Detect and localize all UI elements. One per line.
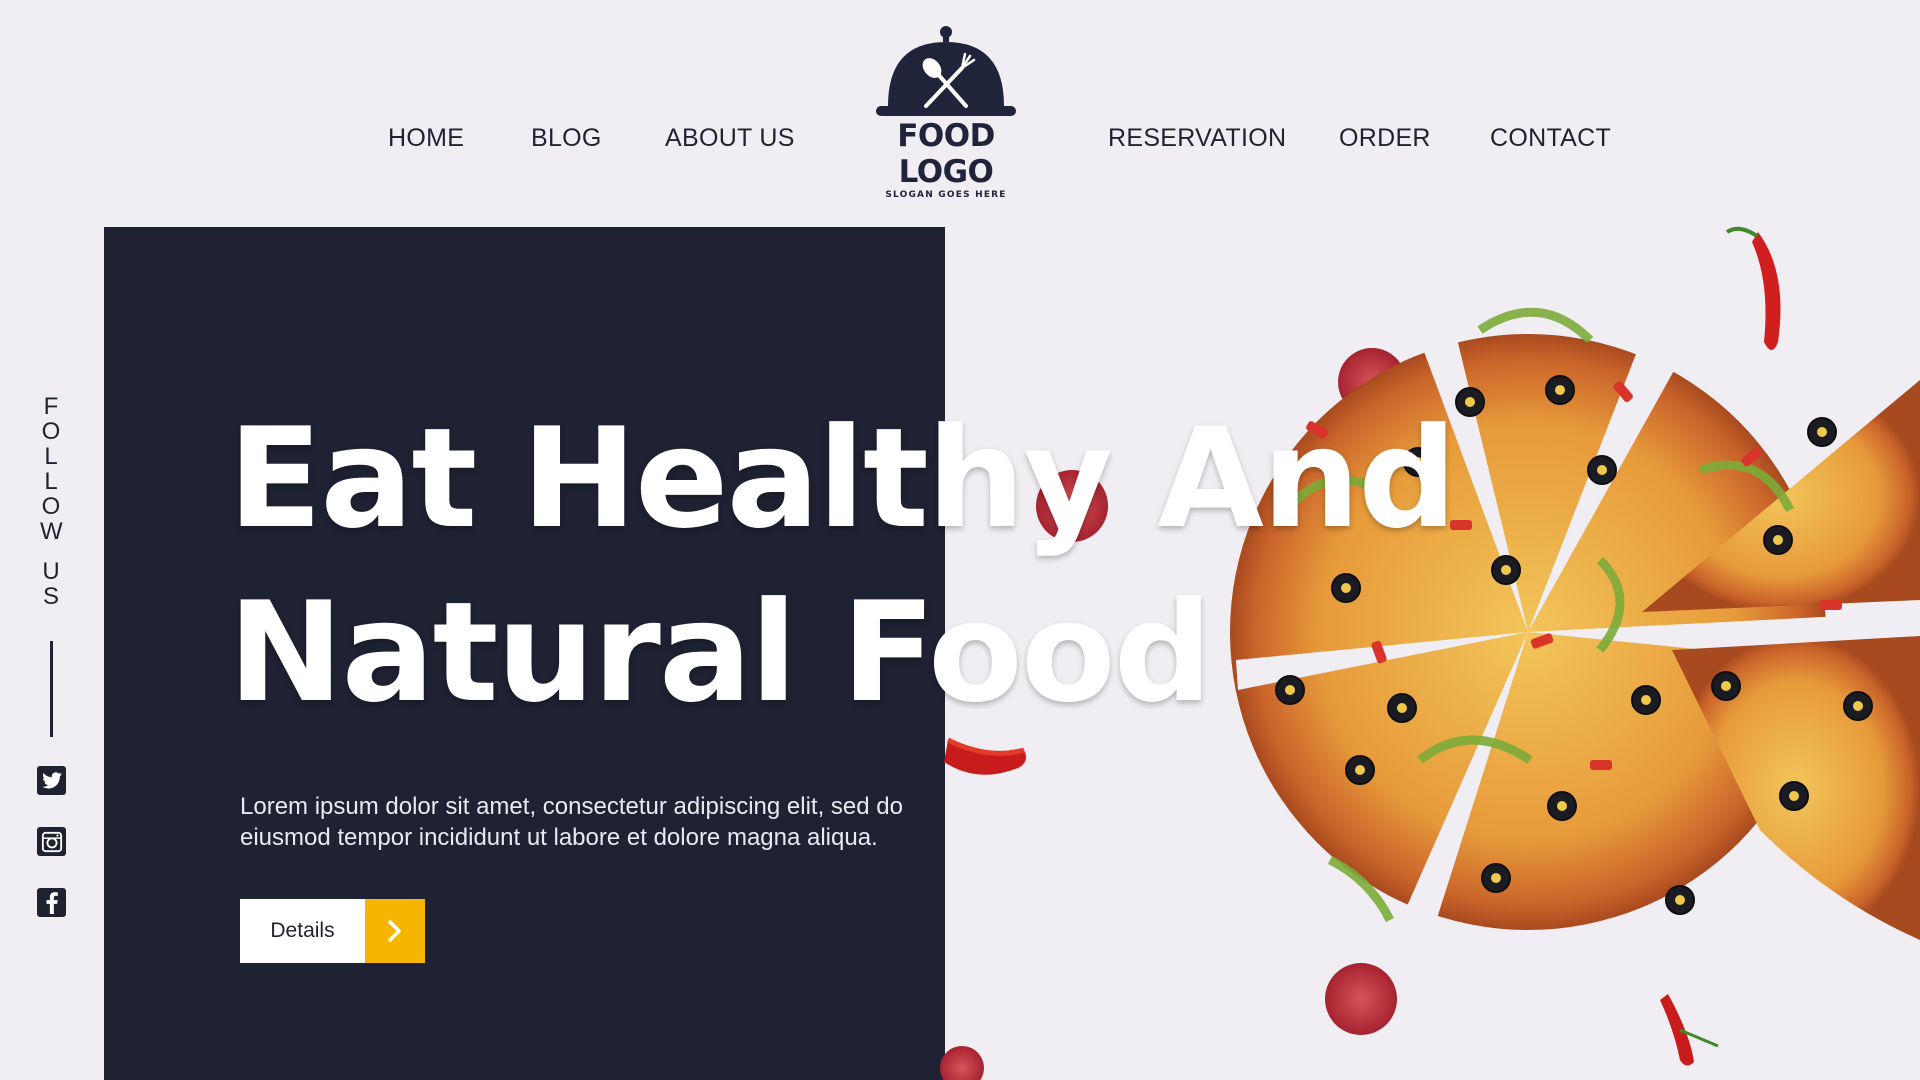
hero-description: Lorem ipsum dolor sit amet, consectetur …: [240, 793, 903, 851]
follow-letter: U: [42, 558, 60, 585]
nav-reservation-link[interactable]: RESERVATION: [1108, 124, 1286, 153]
details-button[interactable]: Details: [240, 899, 425, 963]
instagram-icon[interactable]: [37, 827, 66, 856]
chevron-right-icon: [365, 899, 425, 963]
follow-us-label: F O L L O W U S: [40, 393, 63, 610]
logo-title: FOOD LOGO: [897, 118, 995, 190]
follow-letter: F: [43, 393, 59, 420]
follow-divider: [50, 641, 53, 737]
follow-letter: O: [41, 418, 61, 445]
twitter-icon[interactable]: [37, 766, 66, 795]
follow-letter: W: [40, 518, 63, 545]
nav-blog-link[interactable]: BLOG: [531, 124, 602, 153]
headline-line-1: Eat Healthy And: [228, 398, 1457, 559]
food-logo[interactable]: FOOD LOGO SLOGAN GOES HERE: [851, 24, 1041, 200]
follow-letter: O: [41, 493, 61, 520]
headline-line-2: Natural Food: [228, 572, 1212, 733]
follow-letter: S: [42, 583, 59, 610]
cloche-icon: [876, 26, 1016, 116]
follow-letter: L: [44, 443, 58, 470]
facebook-icon[interactable]: [37, 888, 66, 917]
nav-order-link[interactable]: ORDER: [1339, 124, 1431, 153]
logo-slogan: SLOGAN GOES HERE: [885, 190, 1007, 200]
nav-contact-link[interactable]: CONTACT: [1490, 124, 1611, 153]
nav-home-link[interactable]: HOME: [388, 124, 464, 153]
hero-headline: Eat Healthy And Natural Food: [228, 392, 1457, 740]
main-nav: HOME BLOG ABOUT US FOOD LOGO SLOGAN GOES…: [0, 0, 1920, 200]
nav-about-link[interactable]: ABOUT US: [665, 124, 795, 153]
details-button-label: Details: [240, 899, 365, 963]
follow-letter: L: [44, 468, 58, 495]
follow-letter-space: [40, 544, 62, 559]
